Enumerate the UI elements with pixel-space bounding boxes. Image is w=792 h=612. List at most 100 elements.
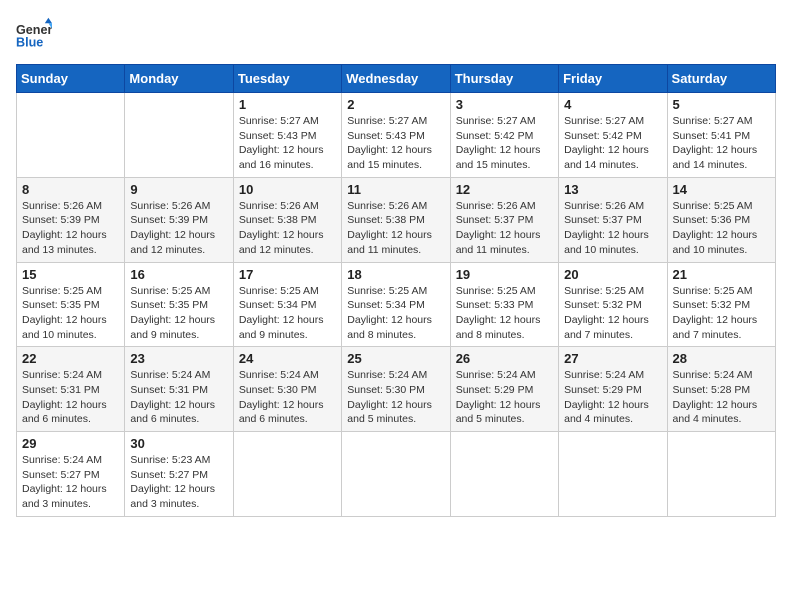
- weekday-header-tuesday: Tuesday: [233, 65, 341, 93]
- day-number: 21: [673, 267, 770, 282]
- calendar-cell: 29 Sunrise: 5:24 AM Sunset: 5:27 PM Dayl…: [17, 432, 125, 517]
- day-number: 19: [456, 267, 553, 282]
- day-number: 26: [456, 351, 553, 366]
- page-header: General Blue: [16, 16, 776, 52]
- day-info: Sunrise: 5:25 AM Sunset: 5:34 PM Dayligh…: [347, 284, 444, 343]
- day-number: 12: [456, 182, 553, 197]
- calendar-cell: 26 Sunrise: 5:24 AM Sunset: 5:29 PM Dayl…: [450, 347, 558, 432]
- weekday-header-monday: Monday: [125, 65, 233, 93]
- logo-icon: General Blue: [16, 16, 52, 52]
- calendar-cell: 3 Sunrise: 5:27 AM Sunset: 5:42 PM Dayli…: [450, 93, 558, 178]
- calendar-cell: 9 Sunrise: 5:26 AM Sunset: 5:39 PM Dayli…: [125, 177, 233, 262]
- day-info: Sunrise: 5:25 AM Sunset: 5:34 PM Dayligh…: [239, 284, 336, 343]
- weekday-header-wednesday: Wednesday: [342, 65, 450, 93]
- calendar-cell: 4 Sunrise: 5:27 AM Sunset: 5:42 PM Dayli…: [559, 93, 667, 178]
- day-info: Sunrise: 5:25 AM Sunset: 5:36 PM Dayligh…: [673, 199, 770, 258]
- day-info: Sunrise: 5:24 AM Sunset: 5:30 PM Dayligh…: [347, 368, 444, 427]
- day-info: Sunrise: 5:25 AM Sunset: 5:35 PM Dayligh…: [22, 284, 119, 343]
- day-number: 20: [564, 267, 661, 282]
- day-info: Sunrise: 5:24 AM Sunset: 5:29 PM Dayligh…: [456, 368, 553, 427]
- day-number: 4: [564, 97, 661, 112]
- calendar-cell: [125, 93, 233, 178]
- day-info: Sunrise: 5:24 AM Sunset: 5:31 PM Dayligh…: [22, 368, 119, 427]
- day-number: 13: [564, 182, 661, 197]
- calendar-cell: [342, 432, 450, 517]
- calendar-cell: [17, 93, 125, 178]
- calendar-cell: 18 Sunrise: 5:25 AM Sunset: 5:34 PM Dayl…: [342, 262, 450, 347]
- calendar-cell: 19 Sunrise: 5:25 AM Sunset: 5:33 PM Dayl…: [450, 262, 558, 347]
- day-number: 25: [347, 351, 444, 366]
- calendar-cell: [450, 432, 558, 517]
- calendar-cell: 17 Sunrise: 5:25 AM Sunset: 5:34 PM Dayl…: [233, 262, 341, 347]
- day-number: 30: [130, 436, 227, 451]
- day-info: Sunrise: 5:26 AM Sunset: 5:38 PM Dayligh…: [347, 199, 444, 258]
- day-info: Sunrise: 5:26 AM Sunset: 5:39 PM Dayligh…: [22, 199, 119, 258]
- day-info: Sunrise: 5:27 AM Sunset: 5:43 PM Dayligh…: [347, 114, 444, 173]
- weekday-header-saturday: Saturday: [667, 65, 775, 93]
- calendar-cell: 28 Sunrise: 5:24 AM Sunset: 5:28 PM Dayl…: [667, 347, 775, 432]
- day-number: 29: [22, 436, 119, 451]
- calendar-cell: 11 Sunrise: 5:26 AM Sunset: 5:38 PM Dayl…: [342, 177, 450, 262]
- weekday-header-sunday: Sunday: [17, 65, 125, 93]
- calendar-cell: [559, 432, 667, 517]
- day-number: 10: [239, 182, 336, 197]
- day-info: Sunrise: 5:24 AM Sunset: 5:27 PM Dayligh…: [22, 453, 119, 512]
- day-number: 24: [239, 351, 336, 366]
- day-number: 17: [239, 267, 336, 282]
- day-number: 9: [130, 182, 227, 197]
- day-info: Sunrise: 5:26 AM Sunset: 5:39 PM Dayligh…: [130, 199, 227, 258]
- day-number: 27: [564, 351, 661, 366]
- day-info: Sunrise: 5:25 AM Sunset: 5:32 PM Dayligh…: [564, 284, 661, 343]
- day-info: Sunrise: 5:26 AM Sunset: 5:37 PM Dayligh…: [564, 199, 661, 258]
- day-info: Sunrise: 5:27 AM Sunset: 5:43 PM Dayligh…: [239, 114, 336, 173]
- calendar-cell: 15 Sunrise: 5:25 AM Sunset: 5:35 PM Dayl…: [17, 262, 125, 347]
- calendar-cell: 21 Sunrise: 5:25 AM Sunset: 5:32 PM Dayl…: [667, 262, 775, 347]
- day-info: Sunrise: 5:27 AM Sunset: 5:41 PM Dayligh…: [673, 114, 770, 173]
- day-number: 11: [347, 182, 444, 197]
- day-number: 1: [239, 97, 336, 112]
- calendar-cell: 8 Sunrise: 5:26 AM Sunset: 5:39 PM Dayli…: [17, 177, 125, 262]
- calendar-cell: 20 Sunrise: 5:25 AM Sunset: 5:32 PM Dayl…: [559, 262, 667, 347]
- day-info: Sunrise: 5:25 AM Sunset: 5:32 PM Dayligh…: [673, 284, 770, 343]
- day-number: 15: [22, 267, 119, 282]
- day-info: Sunrise: 5:25 AM Sunset: 5:33 PM Dayligh…: [456, 284, 553, 343]
- calendar-cell: 25 Sunrise: 5:24 AM Sunset: 5:30 PM Dayl…: [342, 347, 450, 432]
- calendar-cell: 27 Sunrise: 5:24 AM Sunset: 5:29 PM Dayl…: [559, 347, 667, 432]
- weekday-header-friday: Friday: [559, 65, 667, 93]
- calendar-cell: 24 Sunrise: 5:24 AM Sunset: 5:30 PM Dayl…: [233, 347, 341, 432]
- calendar-cell: 12 Sunrise: 5:26 AM Sunset: 5:37 PM Dayl…: [450, 177, 558, 262]
- calendar-cell: 10 Sunrise: 5:26 AM Sunset: 5:38 PM Dayl…: [233, 177, 341, 262]
- calendar-cell: [233, 432, 341, 517]
- day-info: Sunrise: 5:26 AM Sunset: 5:37 PM Dayligh…: [456, 199, 553, 258]
- day-number: 28: [673, 351, 770, 366]
- day-info: Sunrise: 5:24 AM Sunset: 5:28 PM Dayligh…: [673, 368, 770, 427]
- calendar-cell: [667, 432, 775, 517]
- day-number: 8: [22, 182, 119, 197]
- calendar-cell: 2 Sunrise: 5:27 AM Sunset: 5:43 PM Dayli…: [342, 93, 450, 178]
- calendar-cell: 16 Sunrise: 5:25 AM Sunset: 5:35 PM Dayl…: [125, 262, 233, 347]
- day-number: 5: [673, 97, 770, 112]
- day-number: 3: [456, 97, 553, 112]
- day-number: 18: [347, 267, 444, 282]
- day-info: Sunrise: 5:24 AM Sunset: 5:31 PM Dayligh…: [130, 368, 227, 427]
- calendar-cell: 13 Sunrise: 5:26 AM Sunset: 5:37 PM Dayl…: [559, 177, 667, 262]
- calendar-cell: 22 Sunrise: 5:24 AM Sunset: 5:31 PM Dayl…: [17, 347, 125, 432]
- calendar-cell: 30 Sunrise: 5:23 AM Sunset: 5:27 PM Dayl…: [125, 432, 233, 517]
- logo: General Blue: [16, 16, 58, 52]
- calendar-cell: 14 Sunrise: 5:25 AM Sunset: 5:36 PM Dayl…: [667, 177, 775, 262]
- calendar-cell: 23 Sunrise: 5:24 AM Sunset: 5:31 PM Dayl…: [125, 347, 233, 432]
- day-number: 2: [347, 97, 444, 112]
- day-info: Sunrise: 5:23 AM Sunset: 5:27 PM Dayligh…: [130, 453, 227, 512]
- day-info: Sunrise: 5:27 AM Sunset: 5:42 PM Dayligh…: [564, 114, 661, 173]
- day-info: Sunrise: 5:25 AM Sunset: 5:35 PM Dayligh…: [130, 284, 227, 343]
- day-number: 23: [130, 351, 227, 366]
- calendar-cell: 5 Sunrise: 5:27 AM Sunset: 5:41 PM Dayli…: [667, 93, 775, 178]
- weekday-header-thursday: Thursday: [450, 65, 558, 93]
- day-info: Sunrise: 5:26 AM Sunset: 5:38 PM Dayligh…: [239, 199, 336, 258]
- day-info: Sunrise: 5:24 AM Sunset: 5:29 PM Dayligh…: [564, 368, 661, 427]
- day-number: 14: [673, 182, 770, 197]
- day-info: Sunrise: 5:24 AM Sunset: 5:30 PM Dayligh…: [239, 368, 336, 427]
- day-number: 16: [130, 267, 227, 282]
- calendar-cell: 1 Sunrise: 5:27 AM Sunset: 5:43 PM Dayli…: [233, 93, 341, 178]
- day-info: Sunrise: 5:27 AM Sunset: 5:42 PM Dayligh…: [456, 114, 553, 173]
